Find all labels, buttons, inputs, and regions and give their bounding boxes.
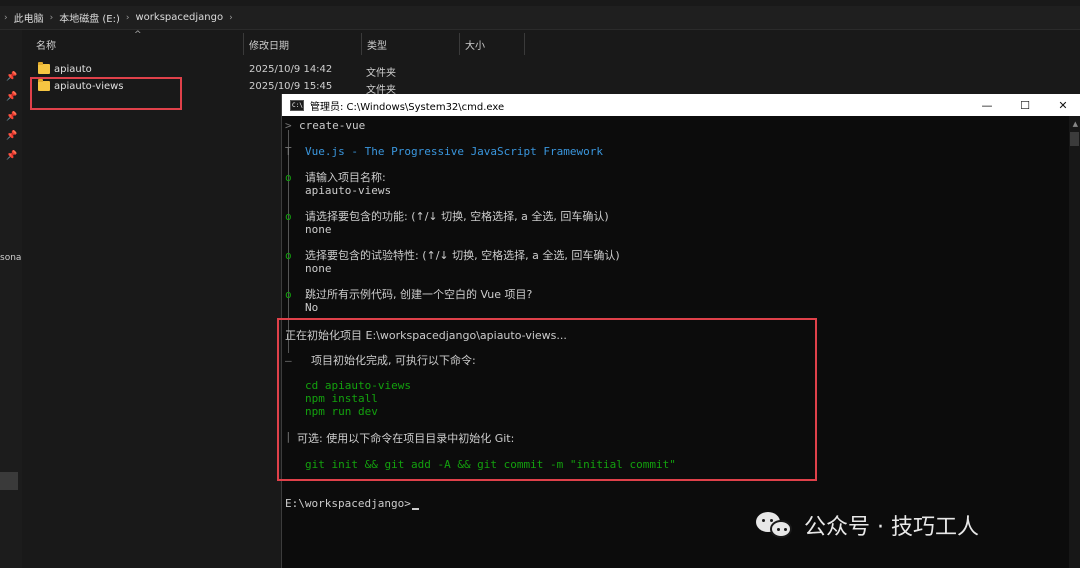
cmd-title: 管理员: C:\Windows\System32\cmd.exe xyxy=(310,101,505,113)
column-header-size[interactable]: 大小 xyxy=(465,33,485,55)
vue-banner: Vue.js - The Progressive JavaScript Fram… xyxy=(305,145,604,158)
column-divider[interactable] xyxy=(243,33,244,55)
file-name: apiauto xyxy=(54,64,92,75)
question-project-name: 请输入项目名称: xyxy=(305,171,386,184)
chevron-right-icon: › xyxy=(125,12,130,23)
watermark-text: 公众号 · 技巧工人 xyxy=(804,515,979,540)
cmd-window: C:\. 管理员: C:\Windows\System32\cmd.exe — … xyxy=(277,94,1080,568)
pin-icon[interactable]: 📌 xyxy=(6,131,17,141)
close-button[interactable]: ✕ xyxy=(1044,94,1080,116)
chevron-right-icon: › xyxy=(49,12,54,23)
cmd-title-bar[interactable]: C:\. 管理员: C:\Windows\System32\cmd.exe — … xyxy=(282,94,1080,116)
watermark: 公众号 · 技巧工人 xyxy=(756,510,979,540)
highlight-annotation xyxy=(30,77,182,110)
question-features: 请选择要包含的功能: (↑/↓ 切换, 空格选择, a 全选, 回车确认) xyxy=(305,210,609,223)
file-type: 文件夹 xyxy=(366,68,396,79)
pin-icon[interactable]: 📌 xyxy=(6,92,17,102)
sort-ascending-icon: ^ xyxy=(134,30,142,40)
question-blank-project: 跳过所有示例代码, 创建一个空白的 Vue 项目? xyxy=(305,288,533,301)
text-cursor xyxy=(411,508,419,510)
prompt-arrow: > xyxy=(285,119,292,132)
answer-blank-project: No xyxy=(305,301,319,314)
shell-prompt[interactable]: E:\workspacedjango> xyxy=(285,497,419,510)
answer-features: none xyxy=(305,223,332,236)
pin-icon[interactable]: 📌 xyxy=(6,151,17,161)
nav-item-partial[interactable]: sona xyxy=(0,253,21,263)
command-create-vue: create-vue xyxy=(299,119,366,132)
file-date: 2025/10/9 14:42 xyxy=(249,64,333,75)
question-experimental: 选择要包含的试验特性: (↑/↓ 切换, 空格选择, a 全选, 回车确认) xyxy=(305,249,620,262)
chevron-right-icon: › xyxy=(229,12,233,23)
folder-icon xyxy=(38,62,50,74)
file-row-apiauto[interactable]: apiauto 2025/10/9 14:42 文件夹 xyxy=(36,62,446,79)
column-header-type[interactable]: 类型 xyxy=(367,33,387,55)
maximize-button[interactable]: ☐ xyxy=(1006,94,1044,116)
cmd-scrollbar[interactable] xyxy=(1069,116,1080,568)
column-header-name[interactable]: 名称 xyxy=(36,33,56,55)
minimize-button[interactable]: — xyxy=(968,94,1006,116)
column-divider[interactable] xyxy=(459,33,460,55)
file-date: 2025/10/9 15:45 xyxy=(249,81,333,92)
answer-experimental: none xyxy=(305,262,332,275)
prompt-gutter-line xyxy=(288,130,289,344)
highlight-annotation xyxy=(277,318,817,481)
breadcrumb-workspacedjango[interactable]: workspacedjango xyxy=(136,12,224,23)
pin-icon[interactable]: 📌 xyxy=(6,112,17,122)
column-divider[interactable] xyxy=(524,33,525,55)
chevron-right-icon: › xyxy=(4,12,8,23)
pin-icon[interactable]: 📌 xyxy=(6,72,17,82)
navigation-pane: 📌 📌 📌 📌 📌 sona xyxy=(0,30,22,568)
gutter-marker: o xyxy=(285,171,292,184)
gutter-marker: o xyxy=(285,210,292,223)
gutter-marker: T xyxy=(285,145,292,158)
column-header-date[interactable]: 修改日期 xyxy=(249,33,289,55)
address-bar[interactable]: › 此电脑 › 本地磁盘 (E:) › workspacedjango › xyxy=(0,6,1080,30)
column-divider[interactable] xyxy=(361,33,362,55)
breadcrumb-drive-e[interactable]: 本地磁盘 (E:) xyxy=(59,10,120,25)
wechat-logo-icon xyxy=(756,510,796,540)
answer-project-name: apiauto-views xyxy=(305,184,392,197)
nav-scrollbar-thumb[interactable] xyxy=(0,472,18,490)
gutter-marker: o xyxy=(285,288,292,301)
cmd-scrollbar-thumb[interactable] xyxy=(1070,132,1079,146)
prompt-path: E:\workspacedjango> xyxy=(285,497,411,510)
scroll-up-arrow-icon[interactable]: ▲ xyxy=(1073,120,1078,128)
gutter-marker: o xyxy=(285,249,292,262)
breadcrumb-this-pc[interactable]: 此电脑 xyxy=(14,10,44,25)
cmd-icon: C:\. xyxy=(290,99,307,111)
